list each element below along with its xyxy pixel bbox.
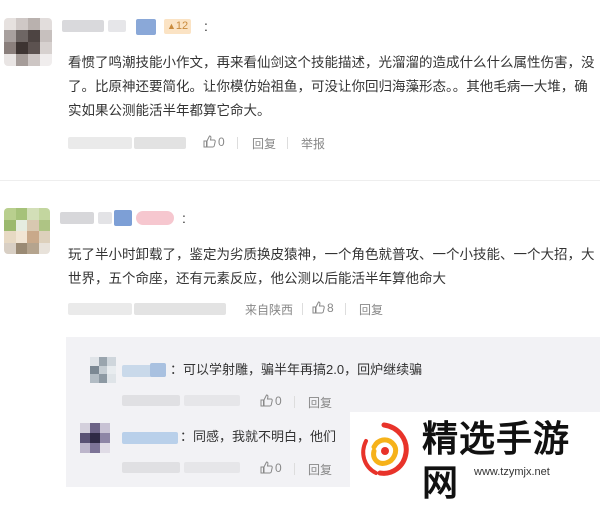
username[interactable]	[98, 212, 112, 224]
timestamp	[184, 395, 240, 406]
divider	[345, 303, 346, 315]
username[interactable]	[60, 212, 94, 224]
comment-text-line: 玩了半小时卸载了，鉴定为劣质换皮猿神，一个角色就普攻、一个小技能、一个大招，大	[68, 247, 595, 262]
timestamp	[122, 462, 180, 473]
reply-button[interactable]: 回复	[359, 301, 383, 318]
divider	[294, 396, 295, 408]
watermark: 精选手游网 www.tzymjx.net	[350, 412, 600, 504]
divider	[287, 137, 288, 149]
username[interactable]	[62, 20, 104, 32]
colon: ：	[170, 362, 184, 377]
divider	[294, 463, 295, 475]
username[interactable]	[122, 432, 178, 444]
avatar[interactable]	[4, 18, 52, 66]
colon: ：	[180, 429, 194, 444]
timestamp	[134, 137, 186, 149]
verified-icon	[150, 363, 166, 377]
like-button[interactable]: 0	[203, 135, 225, 151]
reply-button[interactable]: 回复	[308, 461, 332, 478]
timestamp	[68, 137, 132, 149]
watermark-logo-icon	[361, 422, 409, 476]
watermark-url: www.tzymjx.net	[474, 466, 550, 478]
comment-text-line: 实如果公测能活半年都算它命大。	[68, 103, 271, 118]
avatar[interactable]	[90, 357, 116, 383]
divider	[302, 303, 303, 315]
like-count: 0	[275, 461, 282, 475]
comment-divider	[0, 180, 600, 181]
like-button[interactable]: 8	[312, 301, 334, 317]
timestamp	[134, 303, 226, 315]
verified-icon	[114, 210, 132, 226]
reply-button[interactable]: 回复	[308, 394, 332, 411]
thumbs-up-icon	[203, 135, 216, 151]
reply-text: ：同感，我就不明白，他们	[180, 429, 337, 444]
timestamp	[68, 303, 132, 315]
comment-text-line: 世界，五个命座，还有元素反应，他公测以后能活半年算他命大	[68, 271, 446, 286]
avatar[interactable]	[4, 208, 50, 254]
member-badge	[136, 211, 174, 225]
watermark-title: 精选手游网	[422, 419, 571, 504]
thumbs-up-icon	[312, 301, 325, 317]
reply-button[interactable]: 回复	[252, 135, 276, 152]
username[interactable]	[108, 20, 126, 32]
like-button[interactable]: 0	[260, 461, 282, 477]
report-button[interactable]: 举报	[301, 135, 325, 152]
avatar[interactable]	[80, 423, 110, 453]
location: 来自陕西	[245, 303, 294, 317]
thumbs-up-icon	[260, 461, 273, 477]
level-badge: ▲12	[164, 19, 192, 34]
divider	[237, 137, 238, 149]
timestamp	[122, 395, 180, 406]
comment-text-line: 了。比原神还要简化。让你模仿始祖鱼，可没让你回归海藻形态。。其他毛病一大堆，确	[68, 79, 588, 94]
colon: :	[204, 18, 208, 34]
verified-icon	[136, 19, 156, 35]
comment-text-line: 看惯了鸣潮技能小作文，再来看仙剑这个技能描述，光溜溜的造成什么什么属性伤害，没	[68, 55, 595, 70]
timestamp	[184, 462, 240, 473]
level-icon: ▲	[167, 21, 176, 31]
like-count: 0	[218, 135, 225, 149]
thumbs-up-icon	[260, 394, 273, 410]
like-count: 8	[327, 301, 334, 315]
like-count: 0	[275, 394, 282, 408]
reply-text: ：可以学射雕，骗半年再搞2.0，回炉继续骗	[170, 362, 423, 377]
like-button[interactable]: 0	[260, 394, 282, 410]
colon: :	[182, 210, 186, 226]
